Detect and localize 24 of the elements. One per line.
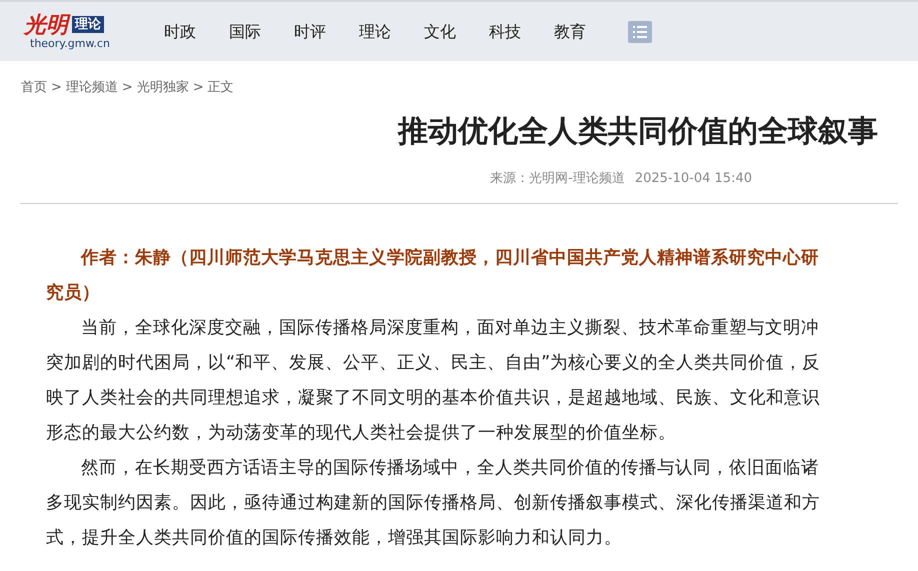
breadcrumb-separator: > bbox=[122, 79, 133, 97]
article-paragraph: 当前，全球化深度交融，国际传播格局深度重构，面对单边主义撕裂、技术革命重塑与文明冲突加剧的时代困局，以“和平、发展、公平、正义、民主、自由”为核心要义的全人类共同价值，反映了人类社会的共同理想追求，凝聚了不同文明的基本价值共识，是超越地域、民族、文化和意识形态的最大公约数，为动荡变革的现代人类社会提供了一种发展型的价值坐标。 bbox=[46, 317, 822, 445]
breadcrumb-link[interactable]: 理论频道 bbox=[66, 78, 118, 98]
breadcrumb-link[interactable]: 光明独家 bbox=[136, 78, 189, 98]
breadcrumb-separator: > bbox=[51, 79, 62, 97]
article-title: 推动优化全人类共同价值的全球叙事 bbox=[398, 112, 878, 150]
logo-badge[interactable]: 理论 bbox=[72, 16, 104, 33]
breadcrumb-link[interactable]: 首页 bbox=[21, 78, 47, 98]
nav-link[interactable]: 科技 bbox=[489, 20, 521, 44]
menu-icon[interactable] bbox=[628, 20, 652, 42]
nav-link[interactable]: 文化 bbox=[424, 20, 456, 44]
article-date: 2025-10-04 15:40 bbox=[634, 170, 752, 188]
article-source: 来源：光明网-理论频道 bbox=[490, 170, 625, 188]
nav-link[interactable]: 理论 bbox=[359, 20, 391, 44]
logo-mark[interactable]: 光明 bbox=[24, 12, 68, 36]
nav-link[interactable]: 时政 bbox=[164, 20, 196, 44]
nav-link[interactable]: 教育 bbox=[554, 20, 586, 44]
article-paragraph: 然而，在长期受西方话语主导的国际传播场域中，全人类共同价值的传播与认同，依旧面临诸多现实制约因素。因此，亟待通过构建新的国际传播格局、创新传播叙事模式、深化传播渠道和方式，提升全人类共同价值的国际传播效能，增强其国际影响力和认同力。 bbox=[46, 457, 821, 550]
nav-link[interactable]: 国际 bbox=[229, 20, 261, 44]
breadcrumb-link[interactable]: 正文 bbox=[208, 78, 234, 98]
breadcrumb-separator: > bbox=[192, 79, 204, 97]
logo-url[interactable]: theory.gmw.cn bbox=[30, 36, 110, 50]
author-line: 作者：朱静（四川师范大学马克思主义学院副教授，四川省中国共产党人精神谱系研究中心研究员） bbox=[46, 246, 820, 305]
nav-link[interactable]: 时评 bbox=[294, 20, 326, 44]
